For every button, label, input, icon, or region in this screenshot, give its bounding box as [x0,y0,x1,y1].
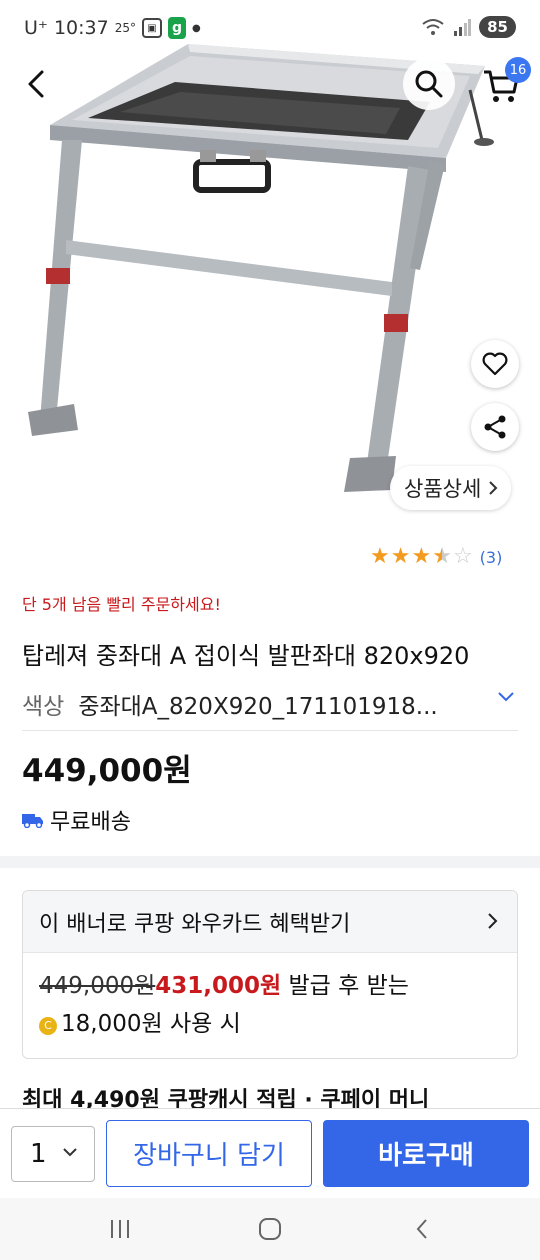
quantity-selector[interactable]: 1 [11,1126,95,1182]
folding-platform-photo [28,44,494,492]
system-back-icon [416,1219,427,1239]
app-notification-icon: g [167,17,186,39]
product-detail-label: 상품상세 [404,477,482,501]
status-bar: U⁺ 10:37 25° ▣ g ● 85 [0,0,540,58]
rating[interactable]: ★ ★ ★ ★ ☆ (3) [370,546,502,568]
home-icon [259,1218,281,1240]
star-half-icon: ★ [432,544,452,569]
star-full-icon: ★ [411,544,432,569]
system-navigation-bar [0,1198,540,1260]
banner-heading: 이 배너로 쿠팡 와우카드 혜택받기 [39,911,351,937]
temperature: 25° [114,21,136,35]
wifi-icon [422,19,444,35]
original-price: 449,000원 [39,973,156,999]
coupang-cash-coin-icon: C [39,1017,57,1035]
search-icon [415,70,443,98]
chevron-right-icon [488,913,498,929]
heart-icon [482,352,508,376]
banner-heading-row[interactable]: 이 배너로 쿠팡 와우카드 혜택받기 [23,891,517,953]
clock: 10:37 [53,17,109,39]
quantity-value: 1 [30,1139,47,1169]
star-full-icon: ★ [370,544,390,569]
search-button[interactable] [403,58,455,110]
share-button[interactable] [471,403,519,451]
bottom-action-bar: 1 장바구니 담기 바로구매 [0,1108,540,1198]
option-label: 색상 [22,694,65,720]
buy-now-button[interactable]: 바로구매 [323,1120,529,1187]
product-price: 449,000원 [22,753,192,789]
chevron-down-icon [498,692,514,702]
wow-card-banner[interactable]: 이 배너로 쿠팡 와우카드 혜택받기 449,000원431,000원 발급 후… [22,890,518,1059]
notification-dot-icon: ● [191,22,201,34]
divider [22,730,518,731]
section-separator [0,856,540,868]
recent-apps-icon [111,1220,129,1238]
back-arrow-icon [28,70,44,98]
recent-apps-button[interactable] [105,1214,135,1244]
battery-icon: 85 [479,16,516,38]
chevron-right-icon [489,481,498,495]
screenshot-icon: ▣ [141,18,162,38]
shipping-info: 무료배송 [22,804,131,836]
add-to-cart-button[interactable]: 장바구니 담기 [106,1120,312,1187]
discounted-price: 431,000원 [155,973,282,999]
share-icon [484,415,506,439]
star-full-icon: ★ [390,544,411,569]
cart-count-badge: 16 [505,57,531,83]
signal-icon [454,19,472,36]
option-value: 중좌대A_820X920_171101918... [78,694,438,720]
product-image[interactable] [0,0,540,530]
system-back-button[interactable] [407,1214,437,1244]
banner-body: 449,000원431,000원 발급 후 받는 C 18,000원 사용 시 [23,953,517,1057]
issue-text: 발급 후 받는 [288,973,409,999]
chevron-down-icon [63,1148,77,1157]
truck-icon [22,814,43,828]
star-empty-icon: ☆ [452,544,473,569]
home-button[interactable] [255,1214,285,1244]
cash-amount: 18,000원 사용 시 [61,1011,241,1037]
review-count[interactable]: (3) [480,548,503,567]
carrier-label: U⁺ [24,17,48,39]
option-selector[interactable]: 색상 중좌대A_820X920_171101918... [22,684,518,724]
product-title: 탑레져 중좌대 A 접이식 발판좌대 820x920 [22,642,470,670]
product-detail-button[interactable]: 상품상세 [390,466,512,510]
shipping-label: 무료배송 [50,810,131,835]
stock-urgency-text: 단 5개 남음 빨리 주문하세요! [22,595,221,614]
back-button[interactable] [20,62,60,106]
wishlist-button[interactable] [471,340,519,388]
